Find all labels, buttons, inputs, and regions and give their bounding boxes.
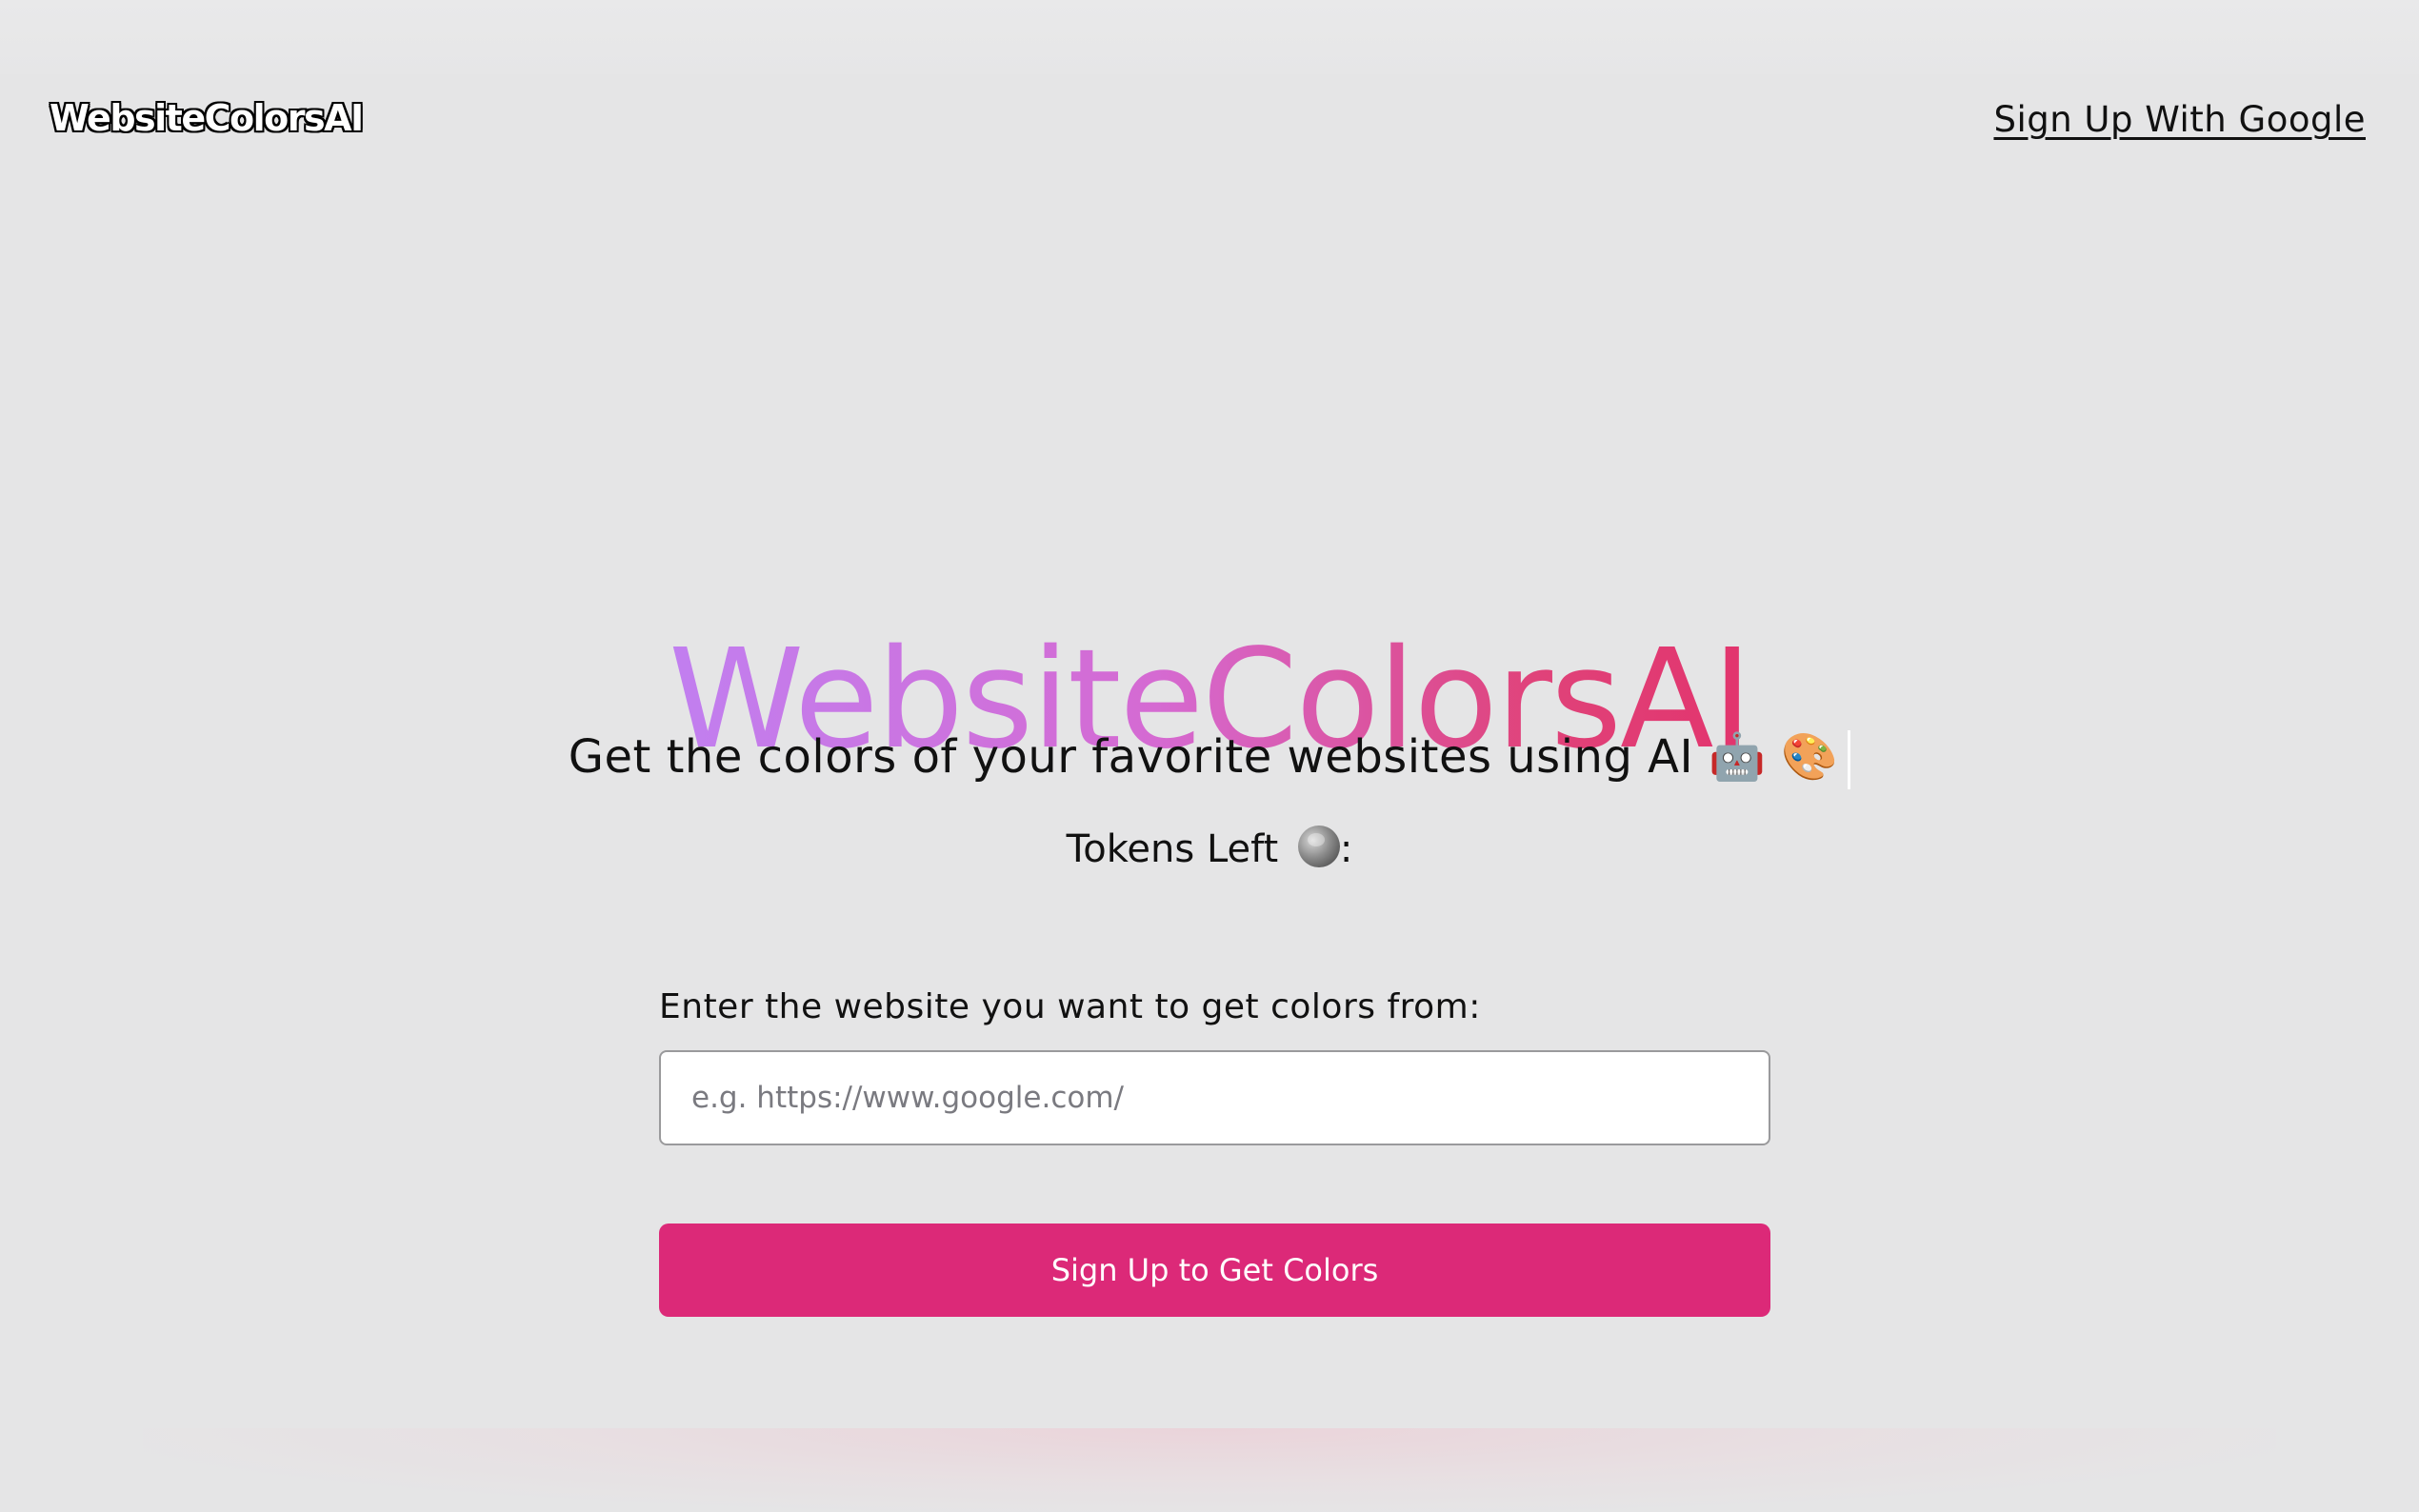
- bottom-glow: [143, 1428, 2276, 1512]
- robot-face-icon: 🤖: [1708, 730, 1767, 784]
- tokens-label: Tokens Left: [1066, 827, 1279, 871]
- navbar: WebsiteColorsAI Sign Up With Google: [0, 0, 2419, 152]
- globe-icon: [1297, 826, 1340, 867]
- artist-palette-icon: 🎨: [1780, 730, 1839, 784]
- sign-up-to-get-colors-button[interactable]: Sign Up to Get Colors: [659, 1224, 1770, 1317]
- tokens-left: Tokens Left :: [0, 821, 2419, 878]
- hero-subtitle: Get the colors of your favorite websites…: [0, 724, 2419, 790]
- subtitle-text: Get the colors of your favorite websites…: [568, 730, 1694, 784]
- brand-logo[interactable]: WebsiteColorsAI: [50, 93, 364, 143]
- text-cursor: [1848, 730, 1851, 789]
- website-input-label: Enter the website you want to get colors…: [659, 987, 1481, 1026]
- sign-up-with-google-link[interactable]: Sign Up With Google: [1993, 93, 2366, 147]
- tokens-suffix: :: [1339, 827, 1353, 871]
- website-url-input[interactable]: [659, 1050, 1770, 1145]
